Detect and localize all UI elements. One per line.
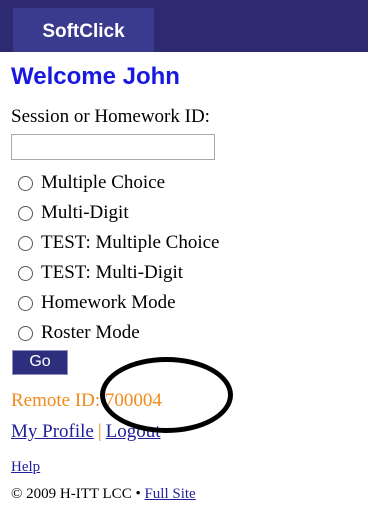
- account-links: My Profile | Logout: [11, 421, 161, 443]
- remote-id-text: Remote ID: 700004: [11, 390, 162, 411]
- mode-option-label: TEST: Multiple Choice: [41, 232, 220, 253]
- session-id-label: Session or Homework ID:: [11, 106, 210, 127]
- mode-option-test-multi-digit[interactable]: TEST: Multi-Digit: [18, 258, 219, 288]
- go-button[interactable]: Go: [12, 350, 68, 375]
- copyright-text: © 2009 H-ITT LCC •: [11, 486, 141, 502]
- radio-button[interactable]: [18, 205, 33, 221]
- mode-option-label: Roster Mode: [41, 322, 140, 343]
- session-id-input[interactable]: [11, 134, 215, 160]
- radio-button[interactable]: [18, 265, 33, 281]
- logout-link[interactable]: Logout: [106, 421, 161, 442]
- welcome-heading: Welcome John: [11, 63, 180, 90]
- radio-button[interactable]: [18, 325, 33, 341]
- link-separator: |: [97, 421, 102, 442]
- mode-option-multiple-choice[interactable]: Multiple Choice: [18, 168, 219, 198]
- help-row: Help: [11, 459, 40, 476]
- mode-option-label: Homework Mode: [41, 292, 176, 313]
- mode-option-homework-mode[interactable]: Homework Mode: [18, 288, 219, 318]
- mode-option-label: Multi-Digit: [41, 202, 129, 223]
- full-site-link[interactable]: Full Site: [144, 486, 195, 502]
- mode-option-label: TEST: Multi-Digit: [41, 262, 184, 283]
- header-bar: SoftClick: [0, 0, 368, 52]
- help-link[interactable]: Help: [11, 459, 40, 475]
- footer: © 2009 H-ITT LCC • Full Site: [11, 486, 196, 503]
- mode-option-label: Multiple Choice: [41, 172, 166, 193]
- radio-button[interactable]: [18, 295, 33, 311]
- brand-logo: SoftClick: [13, 8, 154, 52]
- mode-option-multi-digit[interactable]: Multi-Digit: [18, 198, 219, 228]
- my-profile-link[interactable]: My Profile: [11, 421, 94, 442]
- mode-option-roster-mode[interactable]: Roster Mode: [18, 318, 219, 348]
- mode-option-test-multiple-choice[interactable]: TEST: Multiple Choice: [18, 228, 219, 258]
- radio-button[interactable]: [18, 235, 33, 251]
- radio-button[interactable]: [18, 175, 33, 191]
- mode-options: Multiple Choice Multi-Digit TEST: Multip…: [18, 168, 219, 348]
